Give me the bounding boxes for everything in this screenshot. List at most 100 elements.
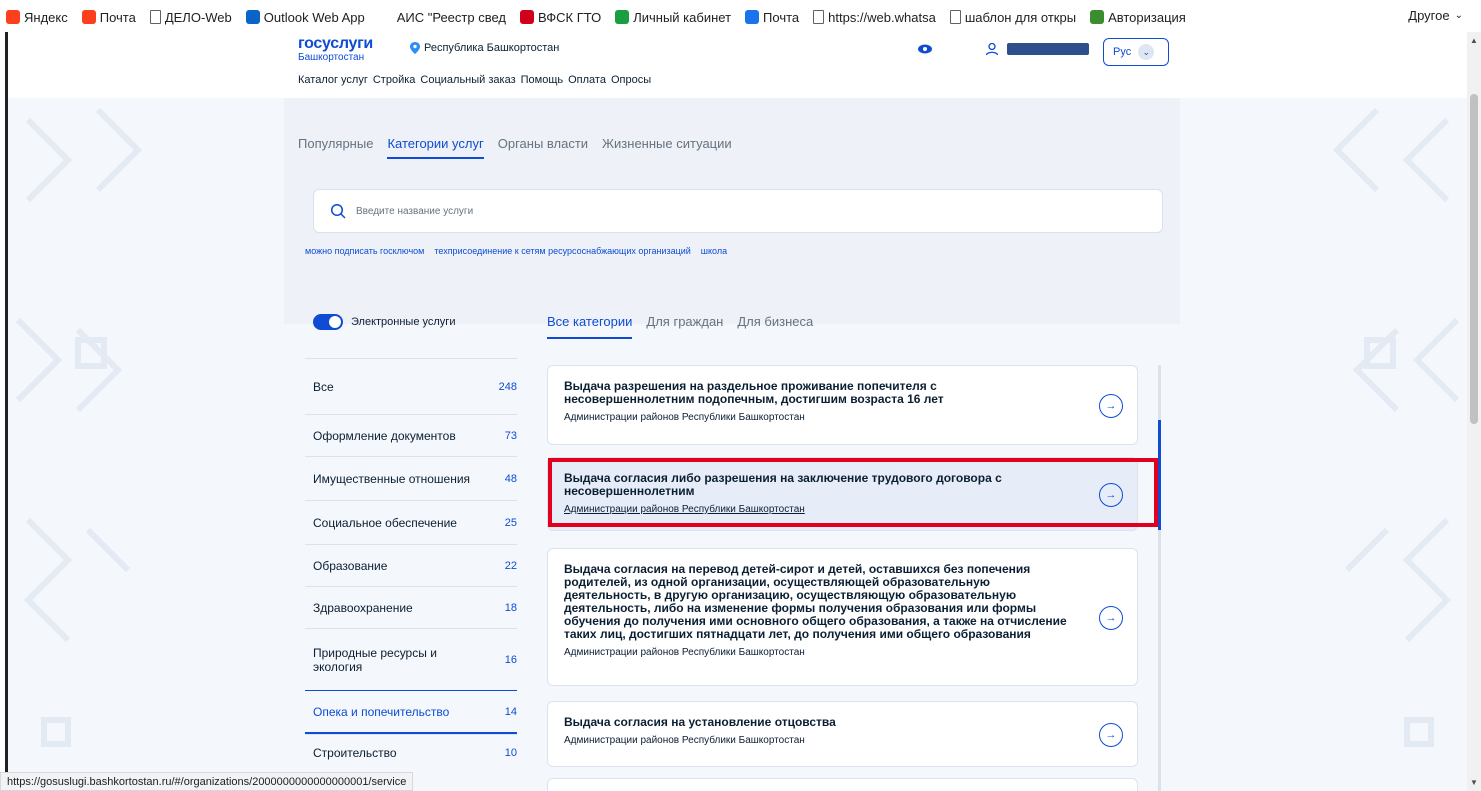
arrow-right-icon[interactable]: → [1099,394,1123,418]
electronic-services-toggle[interactable] [313,314,343,330]
bookmark-item[interactable]: АИС "Реестр свед [379,8,506,26]
service-list-scroll-thumb[interactable] [1158,420,1161,530]
category-count: 73 [504,429,517,442]
service-org[interactable]: Администрации районов Республики Башкорт… [564,735,1067,746]
top-nav-item[interactable]: Оплата [568,74,606,86]
top-nav-item[interactable]: Социальный заказ [420,74,515,86]
language-label: Рус [1113,46,1132,58]
language-selector[interactable]: Рус ⌄ [1103,38,1169,66]
scroll-up-icon[interactable]: ▲ [1470,36,1478,45]
service-title: Выдача согласия на перевод детей-сирот и… [564,562,1067,641]
top-nav-item[interactable]: Каталог услуг [298,74,368,86]
category-item[interactable]: Образование 22 [305,544,517,586]
chevron-down-icon: ⌄ [1138,44,1155,60]
outlook-icon [245,10,260,24]
bookmark-label: Почта [763,9,800,25]
gosuslugi-logo[interactable]: госуслуги Башкортостан [298,36,373,63]
tab-category-item[interactable]: Для граждан [646,314,723,339]
category-label: Природные ресурсы и экология [313,645,437,674]
category-label: Образование [313,558,388,573]
service-card[interactable]: Выдача согласия на установление отцовств… [547,701,1138,767]
tab-main-item[interactable]: Жизненные ситуации [602,136,732,159]
service-org[interactable]: Администрации районов Республики Башкорт… [564,647,1067,658]
arrow-right-icon[interactable]: → [1099,723,1123,747]
category-item[interactable]: Оформление документов 73 [305,414,517,456]
bookmark-label: Яндекс [24,9,68,25]
bookmark-item[interactable]: Outlook Web App [245,8,365,26]
service-title: Выдача разрешения на раздельное проживан… [564,379,944,406]
yandex-mail-icon [81,10,96,24]
bookmark-label: Outlook Web App [263,9,365,25]
service-card[interactable]: Выдача согласия на перевод детей-сирот и… [547,548,1138,686]
tab-main-item[interactable]: Категории услуг [387,136,484,159]
status-bar-url: https://gosuslugi.bashkortostan.ru/#/org… [0,772,414,791]
category-item[interactable]: Природные ресурсы и экология 16 [305,628,517,690]
category-item[interactable]: Имущественные отношения 48 [305,456,517,500]
bookmark-label: шаблон для откры [964,9,1077,25]
mail-icon [745,10,760,24]
bookmark-item[interactable]: Почта [745,8,799,26]
bookmark-item[interactable]: ВФСК ГТО [520,8,601,26]
service-card-partial[interactable] [547,778,1138,791]
bookmarks-other-label: Другое [1408,8,1450,23]
bookmark-label: ДЕЛО-Web [164,9,232,25]
tab-category-item[interactable]: Для бизнеса [737,314,813,339]
search-placeholder: Введите название услуги [356,205,474,217]
bookmark-label: Авторизация [1108,9,1186,25]
region-label: Республика Башкортостан [424,42,560,54]
category-count: 14 [504,705,517,718]
user-profile[interactable] [985,42,1089,56]
bookmark-item[interactable]: https://web.whatsa [813,8,936,26]
page-scrollbar[interactable]: ▲ ▼ [1467,32,1481,791]
bookmark-label: https://web.whatsa [828,9,936,25]
tab-main-item[interactable]: Органы власти [498,136,588,159]
bookmark-item[interactable]: шаблон для откры [949,8,1077,26]
category-item[interactable]: Здравоохранение 18 [305,586,517,628]
chevron-down-icon: ⌄ [1454,10,1463,21]
user-name-redacted [1007,43,1089,55]
category-item[interactable]: Строительство 10 [305,734,517,770]
bookmark-item[interactable]: Почта [81,8,136,26]
category-count: 22 [504,559,517,572]
ornament-left-icon [15,107,143,747]
bookmark-item[interactable]: Авторизация [1090,8,1186,26]
page-icon [149,10,161,24]
blank-icon [379,10,393,24]
bookmark-label: АИС "Реестр свед [396,9,506,25]
category-item[interactable]: Опека и попечительство 14 [305,690,517,734]
page-scroll-thumb[interactable] [1470,94,1478,424]
logo-title: госуслуги [298,35,373,52]
search-chip[interactable]: можно подписать госключом [305,246,424,256]
bookmarks-other-button[interactable]: Другое ⌄ [1408,8,1463,23]
category-item[interactable]: Социальное обеспечение 25 [305,500,517,544]
bookmark-label: ВФСК ГТО [538,9,602,25]
search-chip[interactable]: школа [701,246,727,256]
category-count: 10 [504,746,517,759]
top-nav-item[interactable]: Стройка [373,74,416,86]
top-nav-item[interactable]: Опросы [611,74,651,86]
eye-icon[interactable] [918,44,932,54]
service-org[interactable]: Администрации районов Республики Башкорт… [564,412,1067,423]
tab-category-item[interactable]: Все категории [547,314,633,339]
bookmark-item[interactable]: Яндекс [6,8,68,26]
region-selector[interactable]: Республика Башкортостан [410,42,559,54]
bookmarks-list: Яндекс Почта ДЕЛО-Web Outlook Web App АИС "Р… [6,8,1200,26]
arrow-right-icon[interactable]: → [1099,606,1123,630]
category-count: 16 [504,653,517,666]
category-item[interactable]: Все 248 [305,358,517,414]
bookmark-item[interactable]: ДЕЛО-Web [149,8,232,26]
top-nav-item[interactable]: Помощь [521,74,564,86]
service-card[interactable]: Выдача разрешения на раздельное проживан… [547,365,1138,445]
scroll-down-icon[interactable]: ▼ [1470,778,1478,787]
category-label: Имущественные отношения [313,471,471,486]
search-chip[interactable]: техприсоединение к сетям ресурсоснабжающ… [434,246,690,256]
bookmark-label: Личный кабинет [633,9,732,25]
site-header: госуслуги Башкортостан Республика Башкор… [8,32,1467,98]
service-list-scrollbar[interactable] [1158,365,1161,791]
auth-icon [1090,10,1105,24]
main-tabs: Популярные Категории услуг Органы власти Жи… [298,136,746,159]
bookmark-item[interactable]: Личный кабинет [615,8,731,26]
search-input[interactable]: Введите название услуги [313,189,1163,233]
tab-main-item[interactable]: Популярные [298,136,373,159]
category-count: 18 [504,601,517,614]
